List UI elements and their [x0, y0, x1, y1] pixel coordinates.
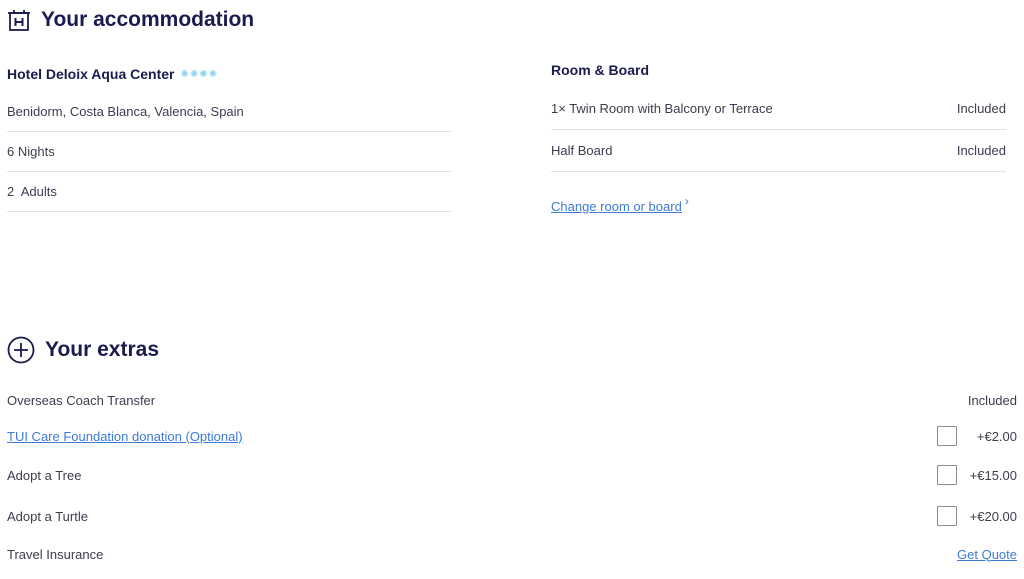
extra-label: Overseas Coach Transfer: [7, 392, 156, 408]
room-board-title: Room & Board: [551, 62, 649, 78]
extra-label: Adopt a Tree: [7, 467, 82, 483]
extra-label: Adopt a Turtle: [7, 508, 88, 524]
hotel-icon: [7, 8, 31, 32]
extra-item-coach-transfer: Overseas Coach Transfer Included: [7, 380, 1017, 420]
tui-care-donation-checkbox[interactable]: [937, 426, 957, 446]
room-board-row: 1× Twin Room with Balcony or Terrace Inc…: [551, 88, 1006, 130]
board-type-label: Half Board: [551, 143, 613, 158]
extras-section-title: Your extras: [7, 336, 159, 364]
star-icon: ✺: [189, 68, 199, 80]
extra-status: Included: [967, 392, 1017, 408]
room-status: Included: [956, 101, 1006, 116]
extras-list: Overseas Coach Transfer Included TUI Car…: [7, 380, 1017, 574]
star-rating: ✺ ✺ ✺ ✺: [181, 69, 218, 80]
adopt-turtle-checkbox[interactable]: [937, 506, 957, 526]
hotel-nights: 6 Nights: [7, 132, 451, 172]
adopt-tree-checkbox[interactable]: [937, 465, 957, 485]
extra-item-travel-insurance: Travel Insurance Get Quote: [7, 534, 1017, 574]
hotel-location: Benidorm, Costa Blanca, Valencia, Spain: [7, 92, 451, 132]
extra-price: +€15.00: [969, 467, 1017, 483]
extra-item-adopt-tree: Adopt a Tree +€15.00: [7, 452, 1017, 498]
board-status: Included: [956, 143, 1006, 158]
extra-price: +€20.00: [969, 508, 1017, 524]
hotel-guests: 2 Adults: [7, 172, 451, 212]
hotel-name-text: Hotel Deloix Aqua Center: [7, 66, 175, 82]
accommodation-section-title: Your accommodation: [7, 8, 254, 32]
change-room-board-link[interactable]: Change room or board ›: [551, 194, 689, 214]
change-room-board-text[interactable]: Change room or board: [551, 199, 682, 214]
plus-circle-icon: [7, 336, 35, 364]
accommodation-title-text: Your accommodation: [41, 8, 255, 31]
extra-label: Travel Insurance: [7, 546, 104, 562]
star-icon: ✺: [208, 68, 218, 80]
extra-item-adopt-turtle: Adopt a Turtle +€20.00: [7, 498, 1017, 534]
extras-title-text: Your extras: [45, 338, 159, 361]
extra-item-tui-care: TUI Care Foundation donation (Optional) …: [7, 420, 1017, 452]
get-quote-link[interactable]: Get Quote: [957, 547, 1017, 562]
chevron-right-icon: ›: [684, 194, 689, 208]
star-icon: ✺: [180, 68, 189, 80]
star-icon: ✺: [199, 68, 208, 80]
extra-price: +€2.00: [976, 428, 1017, 444]
room-board-list: 1× Twin Room with Balcony or Terrace Inc…: [551, 88, 1006, 172]
hotel-name: Hotel Deloix Aqua Center ✺ ✺ ✺ ✺: [7, 66, 217, 82]
hotel-details-list: Benidorm, Costa Blanca, Valencia, Spain …: [7, 92, 451, 212]
tui-care-donation-link[interactable]: TUI Care Foundation donation (Optional): [7, 429, 243, 444]
room-board-row: Half Board Included: [551, 130, 1006, 172]
room-type-label: 1× Twin Room with Balcony or Terrace: [551, 101, 773, 116]
